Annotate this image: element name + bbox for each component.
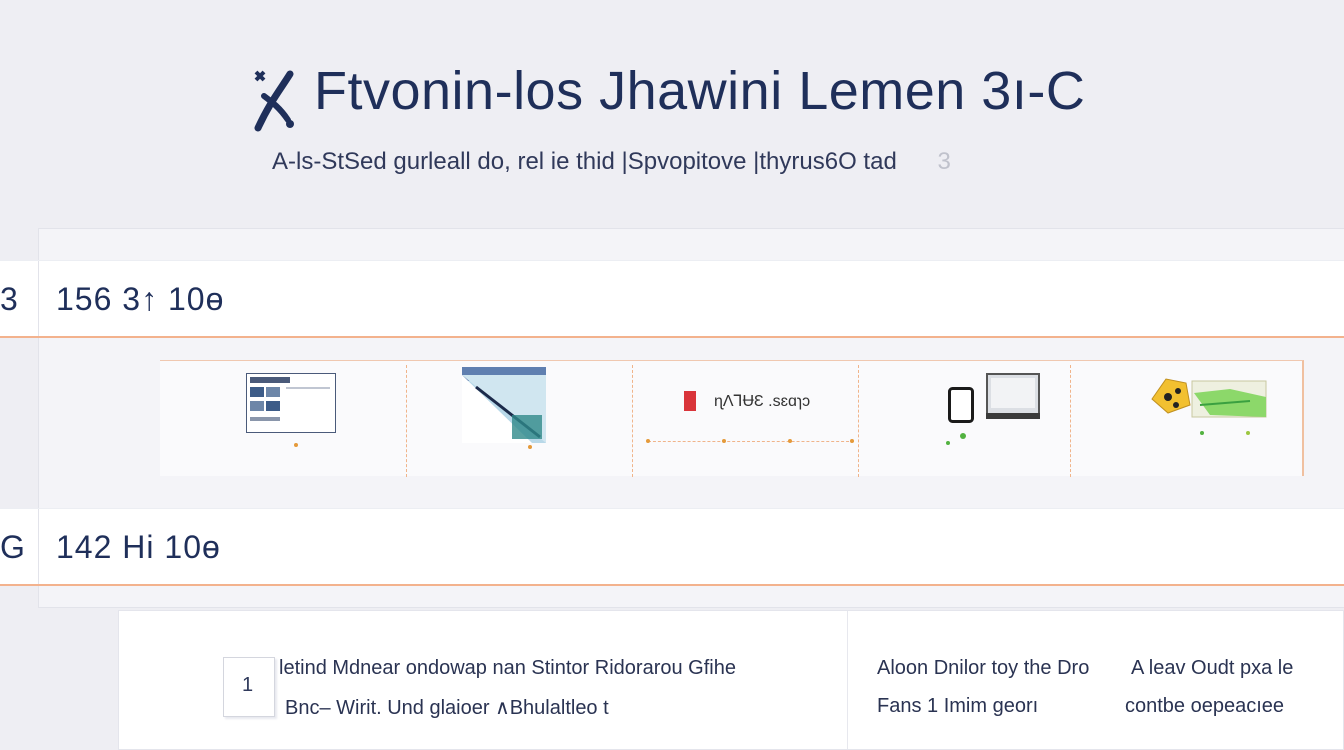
brand-logo-icon xyxy=(684,391,696,411)
indicator-dot xyxy=(788,439,792,443)
thumbnail-strip: ɳɅ⅂ɄƐ .sɛɑɿɔ xyxy=(160,360,1304,477)
thumbnail-cell-5[interactable] xyxy=(1070,361,1302,477)
screenshot-thumbnail[interactable] xyxy=(246,373,336,433)
indicator-dot-green xyxy=(946,441,950,445)
monitor-icon xyxy=(986,373,1040,419)
checkbox-label: 1 xyxy=(242,674,254,696)
indicator-dot xyxy=(722,439,726,443)
result-row-1[interactable]: 3 156 3↑ 10ɵ xyxy=(0,260,1344,338)
description-text: letind Mdnear ondowap nan Stintor Ridora… xyxy=(279,657,736,680)
detail-line-1b: A leav Oudt pxa le xyxy=(1131,657,1294,679)
indicator-dot xyxy=(1246,431,1250,435)
page-title: Ftvonin-los Jhawini Lemen 3ı-C xyxy=(314,61,1086,121)
indicator-dot-green xyxy=(1200,431,1204,435)
tool-logo-icon xyxy=(254,70,294,132)
thumbnail-cell-2[interactable] xyxy=(406,361,632,477)
subtitle-suffix: 3 xyxy=(937,148,951,175)
result-row-2[interactable]: G 142 Hi 10ɵ xyxy=(0,508,1344,586)
checkbox[interactable]: 1 xyxy=(223,657,275,717)
thumbnail-cell-1[interactable] xyxy=(160,361,406,477)
indicator-dot xyxy=(528,445,532,449)
description-line-1: letind Mdnear ondowap nan Stintor xyxy=(279,657,590,679)
indicator-dot xyxy=(850,439,854,443)
indicator-dot xyxy=(646,439,650,443)
thumbnail-cell-4[interactable] xyxy=(858,361,1070,477)
tablet-icon xyxy=(948,387,974,423)
row-index: 3 xyxy=(0,281,18,317)
header: Ftvonin-los Jhawini Lemen 3ı-C A-ls-StSe… xyxy=(0,0,1344,220)
detail-line-1a: Aloon Dnilor toy the Dro xyxy=(877,657,1090,679)
card-divider xyxy=(847,611,848,749)
brand-text: ɳɅ⅂ɄƐ .sɛɑɿɔ xyxy=(714,393,811,410)
row-index: G xyxy=(0,529,25,565)
indicator-dot xyxy=(294,443,298,447)
indicator-dot-green xyxy=(960,433,966,439)
row-value: 156 3↑ 10ɵ xyxy=(56,281,225,317)
row-divider xyxy=(38,509,39,584)
row-value: 142 Hi 10ɵ xyxy=(56,529,221,565)
map-thumbnail[interactable] xyxy=(1150,375,1270,419)
detail-line-2b: contbe oepeacıee xyxy=(1125,695,1285,717)
thumbnail-cell-3[interactable]: ɳɅ⅂ɄƐ .sɛɑɿɔ xyxy=(632,361,858,477)
page-subtitle: A-ls-StSed gurleall do, rel ie thid |Spv… xyxy=(272,148,951,176)
photo-thumbnail[interactable] xyxy=(462,367,546,443)
details-card: 1 letind Mdnear ondowap nan Stintor Rido… xyxy=(118,610,1344,750)
description-highlight: Ridorarou Gfihe xyxy=(594,657,736,679)
cell-underline xyxy=(648,441,854,442)
row-divider xyxy=(38,261,39,336)
detail-line-2a: Fans 1 Imim georı xyxy=(877,695,1039,717)
description-line-2: Bnc– Wirit. Und glaioer ∧Bhulaltleo t xyxy=(285,697,609,719)
subtitle-text: A-ls-StSed gurleall do, rel ie thid |Spv… xyxy=(272,148,897,175)
